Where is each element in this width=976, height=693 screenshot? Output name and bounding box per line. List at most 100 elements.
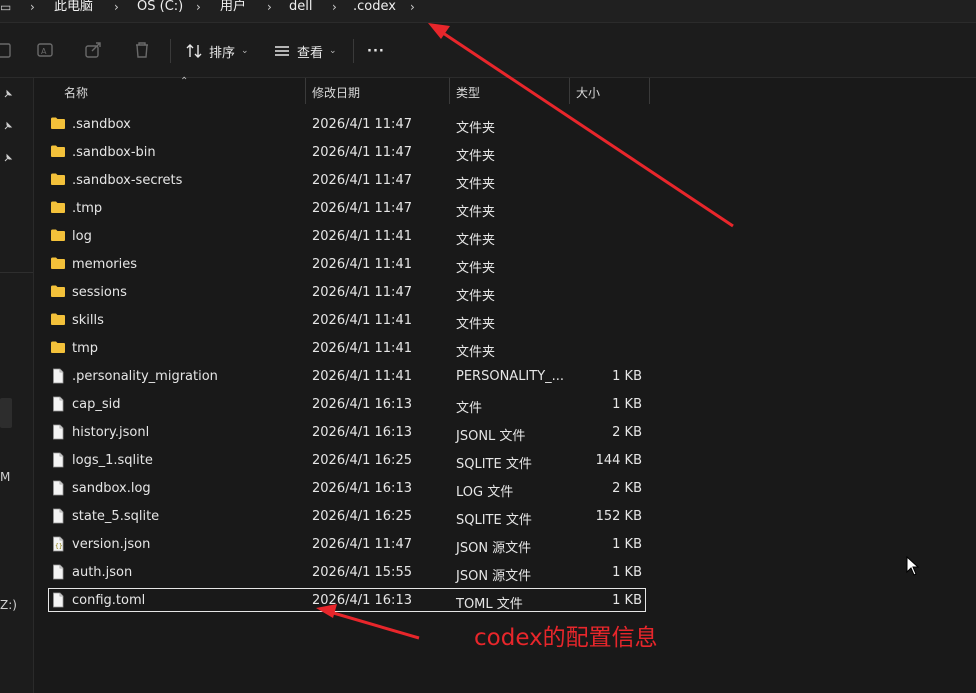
breadcrumb-users[interactable]: 用户 (220, 0, 246, 16)
column-divider[interactable] (649, 78, 650, 104)
file-type: TOML 文件 (456, 597, 523, 612)
view-button[interactable]: 查看 ⌄ (273, 40, 337, 62)
rename-icon[interactable]: A (35, 39, 57, 61)
file-row[interactable]: history.jsonl 2026/4/1 16:13 JSONL 文件 2 KB (34, 418, 646, 446)
file-name: .sandbox-secrets (72, 173, 183, 188)
file-icon (53, 452, 64, 468)
file-row[interactable]: .personality_migration 2026/4/1 11:41 PERS… (34, 362, 646, 390)
file-icon (53, 592, 64, 608)
pin-icon[interactable] (2, 120, 14, 132)
file-row[interactable]: auth.json 2026/4/1 15:55 JSON 源文件 1 KB (34, 558, 646, 586)
file-icon (53, 424, 64, 440)
file-row[interactable]: sandbox.log 2026/4/1 16:13 LOG 文件 2 KB (34, 474, 646, 502)
folder-icon (51, 229, 65, 241)
file-name: auth.json (72, 565, 133, 580)
column-header-modified[interactable]: 修改日期 (312, 84, 360, 101)
share-icon[interactable] (83, 39, 105, 61)
view-icon (275, 46, 289, 56)
file-name: .tmp (72, 201, 103, 216)
file-row[interactable]: state_5.sqlite 2026/4/1 16:25 SQLITE 文件 152… (34, 502, 646, 530)
file-modified-date: 2026/4/1 15:55 (312, 565, 412, 580)
folder-row[interactable]: sessions 2026/4/1 11:47 文件夹 (34, 278, 646, 306)
file-size: 1 KB (612, 397, 642, 412)
file-row[interactable]: logs_1.sqlite 2026/4/1 16:25 SQLITE 文件 144 … (34, 446, 646, 474)
breadcrumb-this-pc[interactable]: 此电脑 (54, 0, 93, 16)
file-row[interactable]: config.toml 2026/4/1 16:13 TOML 文件 1 KB (48, 588, 646, 612)
folder-row[interactable]: log 2026/4/1 11:41 文件夹 (34, 222, 646, 250)
sort-button[interactable]: 排序 ⌄ (185, 40, 249, 62)
file-type: SQLITE 文件 (456, 513, 532, 528)
file-type: PERSONALITY_... (456, 369, 565, 384)
view-label: 查看 (297, 45, 324, 61)
folder-icon (51, 341, 65, 353)
folder-row[interactable]: skills 2026/4/1 11:41 文件夹 (34, 306, 646, 334)
file-row[interactable]: cap_sid 2026/4/1 16:13 文件 1 KB (34, 390, 646, 418)
breadcrumb-dell[interactable]: dell (289, 0, 312, 16)
file-modified-date: 2026/4/1 11:47 (312, 117, 412, 132)
file-name: history.jsonl (72, 425, 150, 440)
sidebar-item-label[interactable]: Z:) (0, 598, 17, 612)
column-header-size[interactable]: 大小 (576, 84, 600, 101)
pin-icon[interactable] (2, 88, 14, 100)
folder-row[interactable]: memories 2026/4/1 11:41 文件夹 (34, 250, 646, 278)
file-modified-date: 2026/4/1 16:25 (312, 509, 412, 524)
file-type: 文件夹 (456, 261, 496, 276)
sidebar-item-label[interactable]: M (0, 470, 10, 484)
file-type: 文件夹 (456, 121, 496, 136)
file-size: 152 KB (595, 509, 642, 524)
folder-row[interactable]: .sandbox 2026/4/1 11:47 文件夹 (34, 110, 646, 138)
breadcrumb: ▭ › 此电脑 › OS (C:) › 用户 › dell › .codex › (0, 0, 976, 23)
folder-row[interactable]: .sandbox-bin 2026/4/1 11:47 文件夹 (34, 138, 646, 166)
column-header-name[interactable]: 名称 (64, 84, 88, 101)
file-modified-date: 2026/4/1 16:25 (312, 453, 412, 468)
chevron-down-icon: ⌄ (241, 46, 249, 56)
column-header-type[interactable]: 类型 (456, 84, 480, 101)
breadcrumb-separator[interactable]: › (196, 0, 201, 14)
file-icon (53, 368, 64, 384)
sidebar-selected-item[interactable] (0, 398, 12, 428)
annotation-arrow-to-config (329, 610, 420, 640)
column-divider[interactable] (569, 78, 570, 104)
pin-icon[interactable] (2, 152, 14, 164)
file-name: config.toml (72, 593, 146, 608)
breadcrumb-separator[interactable]: › (114, 0, 119, 14)
file-modified-date: 2026/4/1 16:13 (312, 481, 412, 496)
column-divider[interactable] (305, 78, 306, 104)
breadcrumb-separator[interactable]: › (30, 0, 35, 14)
file-name: logs_1.sqlite (72, 453, 153, 468)
breadcrumb-separator[interactable]: › (332, 0, 337, 14)
folder-row[interactable]: .sandbox-secrets 2026/4/1 11:47 文件夹 (34, 166, 646, 194)
paste-icon[interactable] (0, 39, 16, 61)
breadcrumb-separator[interactable]: › (410, 0, 415, 14)
file-name: sandbox.log (72, 481, 151, 496)
file-type: SQLITE 文件 (456, 457, 532, 472)
file-modified-date: 2026/4/1 16:13 (312, 425, 412, 440)
folder-row[interactable]: .tmp 2026/4/1 11:47 文件夹 (34, 194, 646, 222)
breadcrumb-separator[interactable]: › (267, 0, 272, 14)
file-name: .personality_migration (72, 369, 218, 384)
file-modified-date: 2026/4/1 11:47 (312, 145, 412, 160)
navigation-pane: M Z:) (0, 78, 34, 693)
file-row[interactable]: {} version.json 2026/4/1 11:47 JSON 源文件 1 KB (34, 530, 646, 558)
file-size: 2 KB (612, 481, 642, 496)
more-options-button[interactable]: ··· (367, 40, 385, 62)
file-name: .sandbox-bin (72, 145, 156, 160)
toolbar-divider (170, 39, 171, 63)
file-type: 文件夹 (456, 149, 496, 164)
file-modified-date: 2026/4/1 16:13 (312, 397, 412, 412)
computer-icon[interactable]: ▭ (0, 0, 11, 14)
file-icon (53, 508, 64, 524)
file-name: log (72, 229, 92, 244)
breadcrumb-codex[interactable]: .codex (353, 0, 396, 16)
file-type: LOG 文件 (456, 485, 514, 500)
file-modified-date: 2026/4/1 11:47 (312, 537, 412, 552)
folder-icon (51, 117, 65, 129)
file-name: memories (72, 257, 138, 272)
file-icon (53, 564, 64, 580)
delete-icon[interactable] (131, 39, 153, 61)
column-divider[interactable] (449, 78, 450, 104)
file-icon (53, 480, 64, 496)
breadcrumb-drive-c[interactable]: OS (C:) (137, 0, 183, 16)
file-modified-date: 2026/4/1 11:41 (312, 313, 412, 328)
folder-row[interactable]: tmp 2026/4/1 11:41 文件夹 (34, 334, 646, 362)
